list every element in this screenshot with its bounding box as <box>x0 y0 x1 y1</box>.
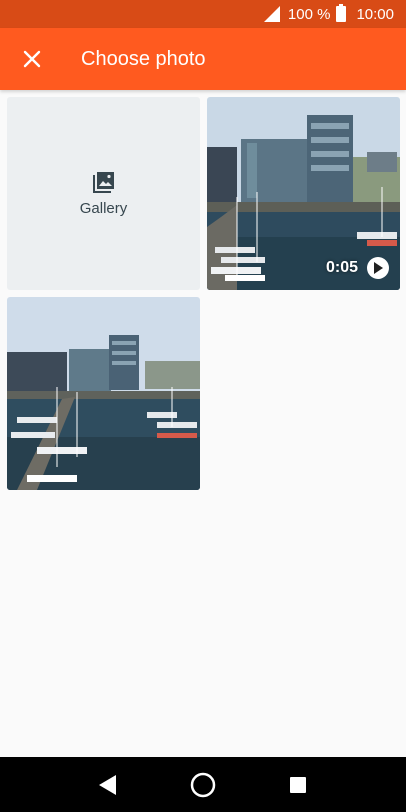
home-icon <box>190 772 216 797</box>
clock: 10:00 <box>356 5 394 23</box>
app-bar: Choose photo <box>0 28 406 90</box>
photo-library-icon <box>92 172 114 193</box>
battery-icon <box>336 4 347 22</box>
navigation-bar <box>0 757 406 812</box>
gallery-label: Gallery <box>79 200 128 217</box>
recents-button[interactable] <box>278 765 318 805</box>
close-icon <box>23 50 41 68</box>
photo-thumbnail[interactable] <box>7 297 200 490</box>
play-circle-icon <box>367 257 389 279</box>
signal-icon <box>263 6 280 22</box>
battery-percent: 100 % <box>287 5 331 23</box>
page-title: Choose photo <box>81 47 206 70</box>
status-bar: 100 % 10:00 <box>0 0 406 28</box>
photo-thumbnail-image <box>7 297 200 490</box>
home-button[interactable] <box>183 765 223 805</box>
video-thumbnail[interactable]: 0:05 <box>207 97 400 290</box>
recents-icon <box>290 776 307 793</box>
back-button[interactable] <box>88 765 128 805</box>
video-duration: 0:05 <box>325 259 358 276</box>
back-icon <box>98 774 116 795</box>
close-button[interactable] <box>0 28 64 90</box>
gallery-tile[interactable]: Gallery <box>7 97 200 290</box>
